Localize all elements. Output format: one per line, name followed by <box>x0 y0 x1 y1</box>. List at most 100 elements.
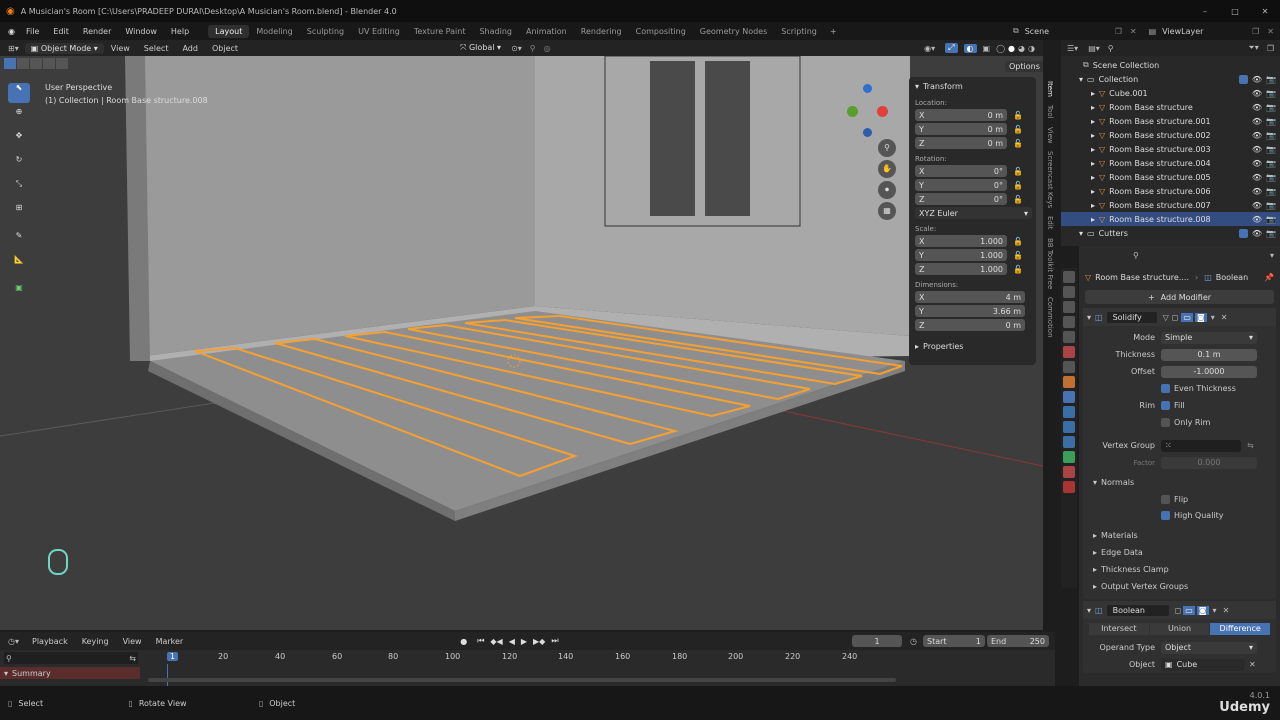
solidify-name-field[interactable]: Solidify <box>1106 311 1157 323</box>
select-box-icon[interactable] <box>4 58 16 69</box>
outliner-item[interactable]: ▸ ▽ Cube.001 👁 📷 <box>1061 86 1280 100</box>
gizmo-y-axis[interactable] <box>847 106 858 117</box>
tab-layout[interactable]: Layout <box>208 24 250 38</box>
new-collection-icon[interactable]: ❐ <box>1267 44 1274 53</box>
menu-file[interactable]: File <box>19 27 46 36</box>
rotation-z-field[interactable]: Z 0° <box>915 193 1007 205</box>
3d-viewport[interactable]: ⬉ ⊕ ✥ ↻ ⤡ ⊞ ✎ 📐 ▣ User Perspective (1) C… <box>0 56 1043 630</box>
edge-data-expand-icon[interactable]: ▸ <box>1093 548 1097 557</box>
materials-section-title[interactable]: Materials <box>1101 531 1138 540</box>
item-eye-icon[interactable]: 👁 <box>1252 173 1262 182</box>
lock-location-y-icon[interactable]: 🔓 <box>1013 125 1023 134</box>
scale-z-field[interactable]: Z 1.000 <box>915 263 1007 275</box>
item-eye-icon[interactable]: 👁 <box>1252 187 1262 196</box>
cutters-eye-icon[interactable]: 👁 <box>1252 229 1262 238</box>
item-expand-icon[interactable]: ▸ <box>1091 159 1095 168</box>
particles-props-icon[interactable] <box>1063 406 1075 418</box>
add-cube-tool-icon[interactable]: ▣ <box>8 283 30 303</box>
tab-modeling[interactable]: Modeling <box>249 25 299 38</box>
cutters-camera-icon[interactable]: 📷 <box>1266 229 1276 238</box>
collection-camera-icon[interactable]: 📷 <box>1266 75 1276 84</box>
visibility-icon[interactable]: ◉▾ <box>924 44 935 53</box>
record-icon[interactable]: ● <box>460 637 467 646</box>
item-camera-icon[interactable]: 📷 <box>1266 173 1276 182</box>
side-tab-view[interactable]: View <box>1046 127 1054 144</box>
zoom-icon[interactable]: ⚲ <box>878 139 896 157</box>
ortho-grid-icon[interactable]: ▦ <box>878 202 896 220</box>
gizmo-neg-z-axis[interactable] <box>863 128 872 137</box>
menu-edit[interactable]: Edit <box>46 27 76 36</box>
timeline-swap-icon[interactable]: ⇆ <box>129 654 136 663</box>
transform-collapse-icon[interactable]: ▾ <box>915 82 919 91</box>
item-expand-icon[interactable]: ▸ <box>1091 117 1095 126</box>
properties-panel-title[interactable]: Properties <box>923 342 963 351</box>
outliner-item[interactable]: ▸ ▽ Room Base structure.005 👁 📷 <box>1061 170 1280 184</box>
tab-animation[interactable]: Animation <box>519 25 574 38</box>
timeline-search-icon[interactable]: ⚲ <box>6 654 12 663</box>
select-invert-icon[interactable] <box>43 58 55 69</box>
outliner-scene-collection[interactable]: ⧉ Scene Collection <box>1061 58 1280 72</box>
side-tab-screencast-keys[interactable]: Screencast Keys <box>1046 151 1054 208</box>
options-button[interactable]: Options <box>1005 61 1043 72</box>
select-extend-icon[interactable] <box>17 58 29 69</box>
preview-range-icon[interactable]: ◷ <box>910 637 917 646</box>
side-tab-edit[interactable]: Edit <box>1046 216 1054 230</box>
scale-tool-icon[interactable]: ⤡ <box>8 179 30 199</box>
lock-scale-z-icon[interactable]: 🔓 <box>1013 265 1023 274</box>
end-frame-field[interactable]: End 250 <box>987 635 1049 647</box>
marker-menu[interactable]: Marker <box>149 637 191 646</box>
timeline-editor-icon[interactable]: ◷▾ <box>8 637 19 646</box>
rotation-y-field[interactable]: Y 0° <box>915 179 1007 191</box>
timeline[interactable]: ⚲ ⇆ ▾ Summary 1 20 40 60 80 100 120 140 160 180 20… <box>0 650 1055 686</box>
lock-rotation-y-icon[interactable]: 🔓 <box>1013 181 1023 190</box>
playback-menu[interactable]: Playback <box>25 637 75 646</box>
outliner-item[interactable]: ▸ ▽ Room Base structure 👁 📷 <box>1061 100 1280 114</box>
texture-props-icon[interactable] <box>1063 481 1075 493</box>
boolean-menu-icon[interactable]: ▾ <box>1213 606 1217 615</box>
proportional-edit-icon[interactable]: ◎ <box>544 44 551 53</box>
tab-uv-editing[interactable]: UV Editing <box>351 25 407 38</box>
outliner-item[interactable]: ▸ ▽ Room Base structure.004 👁 📷 <box>1061 156 1280 170</box>
item-camera-icon[interactable]: 📷 <box>1266 117 1276 126</box>
item-camera-icon[interactable]: 📷 <box>1266 89 1276 98</box>
rotation-x-field[interactable]: X 0° <box>915 165 1007 177</box>
timeline-scrollbar[interactable] <box>148 678 896 682</box>
overlay-toggle-icon[interactable]: ◐ <box>963 43 977 53</box>
item-camera-icon[interactable]: 📷 <box>1266 131 1276 140</box>
dimensions-z-field[interactable]: Z 0 m <box>915 319 1025 331</box>
solidify-editmode-icon[interactable]: ▽ <box>1163 313 1169 322</box>
item-eye-icon[interactable]: 👁 <box>1252 117 1262 126</box>
outliner-collection[interactable]: ▾ ▭ Collection 👁 📷 <box>1061 72 1280 86</box>
collection-eye-icon[interactable]: 👁 <box>1252 75 1262 84</box>
cutters-expand-icon[interactable]: ▾ <box>1079 229 1083 238</box>
rotate-tool-icon[interactable]: ↻ <box>8 155 30 175</box>
thickness-clamp-section-title[interactable]: Thickness Clamp <box>1101 565 1169 574</box>
output-vertex-groups-section-title[interactable]: Output Vertex Groups <box>1101 582 1188 591</box>
item-camera-icon[interactable]: 📷 <box>1266 103 1276 112</box>
side-tab-commotion[interactable]: Commotion <box>1046 297 1054 338</box>
invert-vertex-group-icon[interactable]: ⇆ <box>1247 441 1254 450</box>
select-tool-icon[interactable]: ⬉ <box>8 83 30 103</box>
output-props-icon[interactable] <box>1063 301 1075 313</box>
item-eye-icon[interactable]: 👁 <box>1252 89 1262 98</box>
snap-icon[interactable]: ⚲ <box>530 44 536 53</box>
item-expand-icon[interactable]: ▸ <box>1091 89 1095 98</box>
select-intersect-icon[interactable] <box>56 58 68 69</box>
gizmo-z-axis[interactable] <box>863 84 872 93</box>
item-expand-icon[interactable]: ▸ <box>1091 187 1095 196</box>
timeline-view-menu[interactable]: View <box>116 637 149 646</box>
item-camera-icon[interactable]: 📷 <box>1266 187 1276 196</box>
outliner-item[interactable]: ▸ ▽ Room Base structure.001 👁 📷 <box>1061 114 1280 128</box>
tab-geometry-nodes[interactable]: Geometry Nodes <box>693 25 774 38</box>
editor-type-icon[interactable]: ⊞▾ <box>8 44 19 53</box>
location-z-field[interactable]: Z 0 m <box>915 137 1007 149</box>
render-props-icon[interactable] <box>1063 286 1075 298</box>
props-options-icon[interactable]: ▾ <box>1270 251 1274 260</box>
minimize-icon[interactable]: – <box>1190 7 1220 16</box>
op-union-button[interactable]: Union <box>1149 623 1210 635</box>
item-expand-icon[interactable]: ▸ <box>1091 201 1095 210</box>
pin-icon[interactable]: 📌 <box>1264 273 1274 282</box>
scene-copy-icon[interactable]: ❐ <box>1115 27 1122 36</box>
tool-props-icon[interactable] <box>1063 271 1075 283</box>
mode-selector[interactable]: ▣ Object Mode ▾ <box>24 42 104 54</box>
